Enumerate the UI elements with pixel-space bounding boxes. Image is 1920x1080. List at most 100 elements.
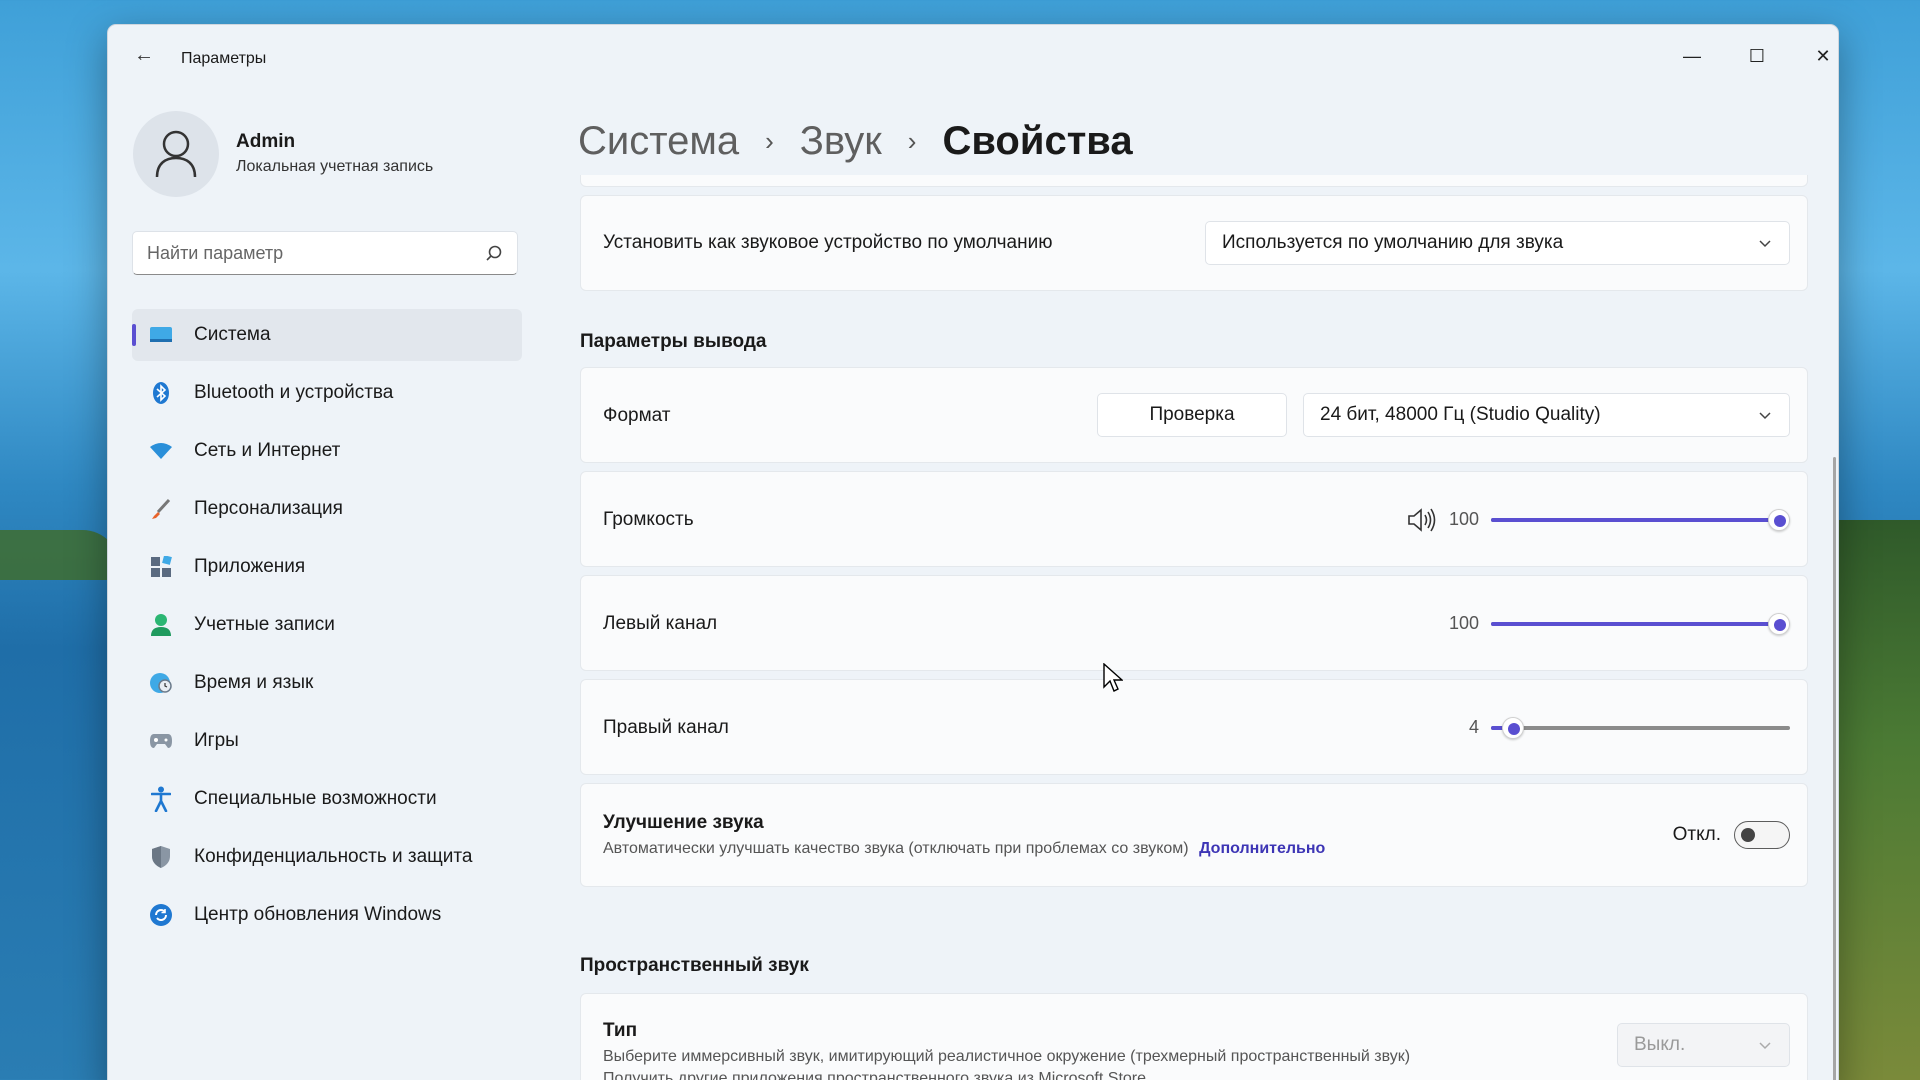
- network-icon: [148, 438, 174, 464]
- enhancement-description: Автоматически улучшать качество звука (о…: [603, 840, 1189, 857]
- spatial-type-label: Тип: [603, 1020, 638, 1041]
- right-channel-value: 4: [1468, 717, 1479, 737]
- format-label: Формат: [603, 405, 671, 426]
- enhancement-card: Улучшение звука Автоматически улучшать к…: [580, 783, 1808, 887]
- breadcrumb-item-system[interactable]: Система: [578, 119, 739, 164]
- avatar[interactable]: [133, 111, 219, 197]
- left-channel-label: Левый канал: [603, 613, 718, 634]
- default-device-card: Установить как звуковое устройство по ум…: [580, 195, 1808, 291]
- card-scrolled-edge: [580, 175, 1808, 187]
- brush-icon: [148, 496, 174, 522]
- default-device-label: Установить как звуковое устройство по ум…: [603, 232, 1053, 253]
- background-island: [0, 530, 120, 580]
- sidebar-item-personalization[interactable]: Персонализация: [132, 483, 522, 535]
- bluetooth-icon: [148, 380, 174, 406]
- more-link[interactable]: Дополнительно: [1199, 840, 1325, 857]
- gamepad-icon: [148, 728, 174, 754]
- slider-fill: [1491, 518, 1779, 522]
- spatial-type-value: Выкл.: [1634, 1034, 1686, 1055]
- volume-label: Громкость: [603, 509, 694, 530]
- close-button[interactable]: ✕: [1800, 41, 1838, 71]
- chevron-right-icon: ›: [907, 125, 917, 156]
- format-value: 24 бит, 48000 Гц (Studio Quality): [1320, 404, 1601, 425]
- slider-thumb[interactable]: [1768, 613, 1790, 635]
- sidebar-item-windows-update[interactable]: Центр обновления Windows: [132, 889, 522, 941]
- default-device-value: Используется по умолчанию для звука: [1222, 232, 1564, 253]
- spatial-type-card: Тип Выберите иммерсивный звук, имитирующ…: [580, 993, 1808, 1080]
- volume-value: 100: [1448, 509, 1479, 529]
- background-coast: [1830, 520, 1920, 1080]
- search-box[interactable]: [132, 231, 518, 275]
- app-title: Параметры: [181, 50, 267, 67]
- right-channel-card: Правый канал 4: [580, 679, 1808, 775]
- sidebar-item-apps[interactable]: Приложения: [132, 541, 522, 593]
- page-title: Свойства: [942, 118, 1133, 163]
- format-dropdown[interactable]: 24 бит, 48000 Гц (Studio Quality): [1303, 393, 1790, 437]
- shield-icon: [148, 844, 174, 870]
- settings-window: ← Параметры — ☐ ✕ Admin Локальная учетна…: [107, 24, 1839, 1080]
- account-type: Локальная учетная запись: [236, 158, 434, 175]
- sidebar-item-label: Система: [194, 324, 271, 345]
- breadcrumb-item-sound[interactable]: Звук: [800, 119, 882, 164]
- search-icon: [486, 245, 502, 261]
- maximize-button[interactable]: ☐: [1734, 41, 1780, 71]
- output-section-title: Параметры вывода: [580, 331, 767, 352]
- enhancement-toggle[interactable]: [1734, 821, 1790, 849]
- back-arrow-icon[interactable]: ←: [128, 43, 160, 67]
- sidebar-item-gaming[interactable]: Игры: [132, 715, 522, 767]
- sidebar-item-accounts[interactable]: Учетные записи: [132, 599, 522, 651]
- test-button[interactable]: Проверка: [1097, 393, 1287, 437]
- speaker-icon[interactable]: [1407, 507, 1437, 533]
- slider-fill: [1491, 622, 1779, 626]
- default-device-dropdown[interactable]: Используется по умолчанию для звука: [1205, 221, 1790, 265]
- volume-slider[interactable]: [1491, 508, 1790, 532]
- chevron-down-icon: [1759, 240, 1771, 248]
- enhancement-description-row: Автоматически улучшать качество звука (о…: [603, 840, 1325, 858]
- left-channel-slider[interactable]: [1491, 612, 1790, 636]
- update-icon: [148, 902, 174, 928]
- minimize-button[interactable]: —: [1669, 41, 1715, 71]
- format-card: Формат Проверка 24 бит, 48000 Гц (Studio…: [580, 367, 1808, 463]
- accessibility-icon: [148, 786, 174, 812]
- spatial-store-hint: Получить другие приложения пространствен…: [603, 1070, 1147, 1080]
- slider-thumb[interactable]: [1502, 717, 1525, 739]
- sidebar-item-label: Приложения: [194, 556, 306, 577]
- sidebar-item-privacy[interactable]: Конфиденциальность и защита: [132, 831, 522, 883]
- sidebar-item-label: Специальные возможности: [194, 788, 437, 809]
- chevron-right-icon: ›: [765, 125, 774, 156]
- enhancement-title: Улучшение звука: [603, 812, 764, 833]
- apps-icon: [148, 554, 174, 580]
- title-bar: ← Параметры — ☐ ✕: [108, 25, 1838, 79]
- sidebar-item-label: Учетные записи: [194, 614, 335, 635]
- scrollbar[interactable]: [1833, 457, 1836, 1080]
- sidebar-item-time-language[interactable]: Время и язык: [132, 657, 522, 709]
- sidebar-item-bluetooth[interactable]: Bluetooth и устройства: [132, 367, 522, 419]
- chevron-down-icon: [1759, 1042, 1771, 1050]
- sidebar-item-label: Bluetooth и устройства: [194, 382, 394, 403]
- right-channel-label: Правый канал: [603, 717, 729, 738]
- mouse-cursor-icon: [1103, 663, 1123, 692]
- globe-clock-icon: [148, 670, 174, 696]
- system-icon: [148, 322, 174, 348]
- left-channel-card: Левый канал 100: [580, 575, 1808, 671]
- volume-card: Громкость 100: [580, 471, 1808, 567]
- sidebar-item-system[interactable]: Система: [132, 309, 522, 361]
- sidebar-item-label: Игры: [194, 730, 239, 751]
- right-channel-slider[interactable]: [1491, 716, 1790, 740]
- search-input[interactable]: [147, 232, 467, 274]
- enhancement-state-label: Откл.: [1672, 824, 1721, 845]
- breadcrumb: Система › Звук › Свойства: [578, 111, 1133, 171]
- sidebar-item-label: Сеть и Интернет: [194, 440, 341, 461]
- spatial-type-dropdown[interactable]: Выкл.: [1617, 1023, 1790, 1067]
- slider-thumb[interactable]: [1768, 509, 1790, 531]
- spatial-section-title: Пространственный звук: [580, 955, 809, 976]
- spatial-type-description: Выберите иммерсивный звук, имитирующий р…: [603, 1048, 1411, 1065]
- sidebar-item-label: Конфиденциальность и защита: [194, 846, 473, 867]
- user-name: Admin: [236, 131, 296, 152]
- sidebar-nav: Система Bluetooth и устройства Сеть и Ин…: [132, 309, 522, 947]
- sidebar-item-label: Время и язык: [194, 672, 314, 693]
- sidebar-item-label: Персонализация: [194, 498, 343, 519]
- user-icon: [155, 130, 197, 178]
- sidebar-item-accessibility[interactable]: Специальные возможности: [132, 773, 522, 825]
- sidebar-item-network[interactable]: Сеть и Интернет: [132, 425, 522, 477]
